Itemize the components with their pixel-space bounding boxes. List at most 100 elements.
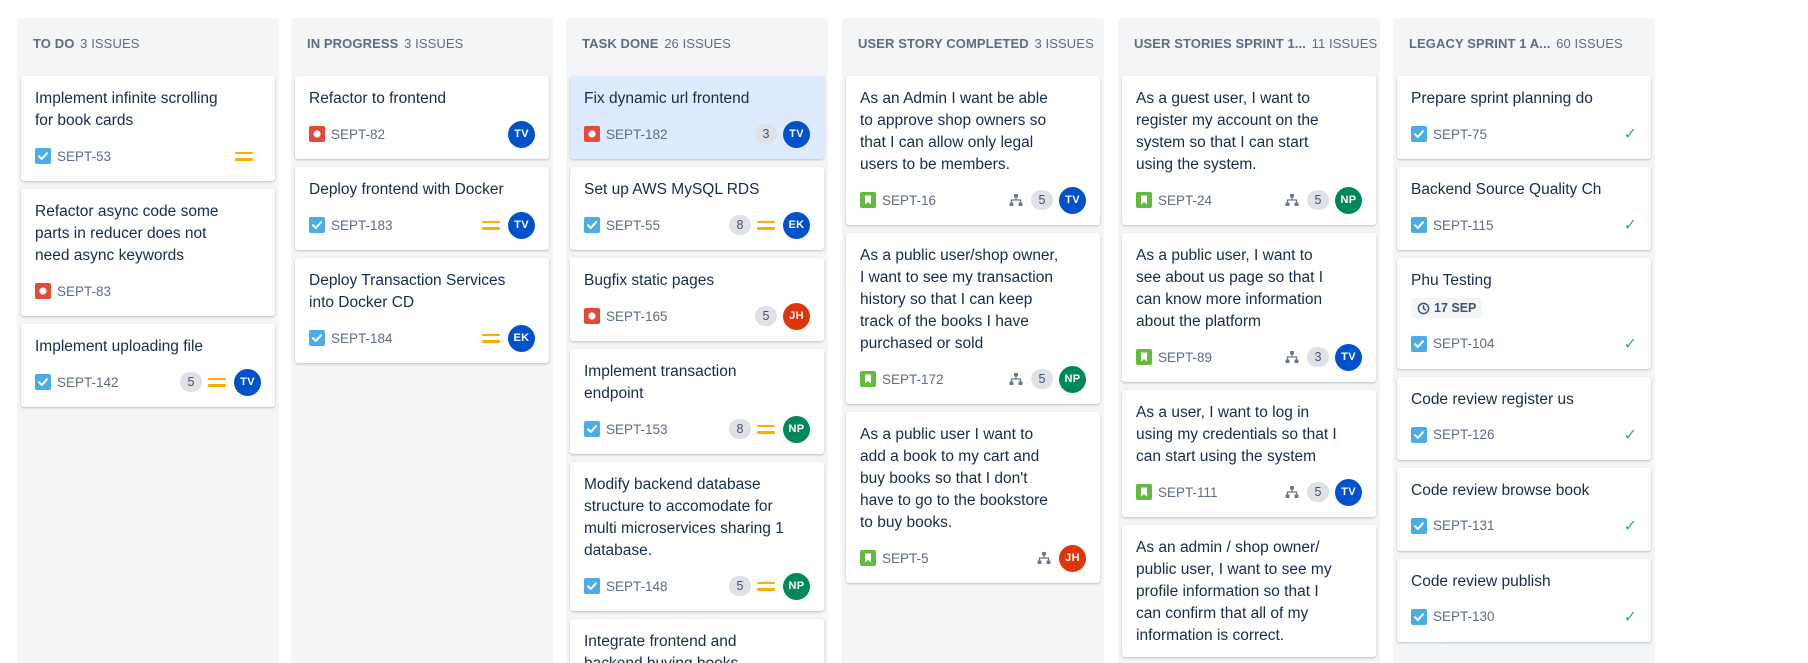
assignee-avatar[interactable]: TV <box>783 120 810 148</box>
issue-key[interactable]: SEPT-53 <box>57 149 111 164</box>
assignee-avatar[interactable]: NP <box>783 415 810 443</box>
assignee-avatar[interactable]: JH <box>1059 544 1086 572</box>
issue-card[interactable]: Phu Testing 17 SEP SEPT-104 ✓ <box>1397 258 1651 369</box>
card-list: As an Admin I want be able to approve sh… <box>842 76 1104 583</box>
checkmark-icon: ✓ <box>1623 217 1637 234</box>
story-points-badge: 3 <box>1307 347 1329 367</box>
issue-key[interactable]: SEPT-111 <box>1158 485 1218 500</box>
issue-key[interactable]: SEPT-130 <box>1433 609 1495 624</box>
issue-key[interactable]: SEPT-153 <box>606 422 668 437</box>
card-title: As an Admin I want be able to approve sh… <box>860 90 1048 173</box>
issue-key[interactable]: SEPT-131 <box>1433 518 1495 533</box>
issue-key[interactable]: SEPT-5 <box>882 551 929 566</box>
board-column: USER STORY COMPLETED 3 ISSUES As an Admin… <box>842 18 1104 663</box>
issue-card[interactable]: Code review publish SEPT-130 ✓ <box>1397 558 1651 642</box>
card-footer: SEPT-184 EK <box>309 323 535 353</box>
issue-card[interactable]: Bugfix static pages SEPT-165 5 JH <box>570 258 824 341</box>
assignee-avatar[interactable]: NP <box>1335 186 1362 214</box>
issue-key[interactable]: SEPT-142 <box>57 375 119 390</box>
card-title: Refactor to frontend <box>309 90 446 107</box>
issue-key[interactable]: SEPT-24 <box>1158 193 1212 208</box>
card-footer: SEPT-75 ✓ <box>1411 119 1637 149</box>
issue-card[interactable]: Implement transaction endpoint SEPT-153 8 N… <box>570 349 824 454</box>
issue-card[interactable]: Code review browse book SEPT-131 ✓ <box>1397 467 1651 551</box>
card-footer: SEPT-142 5 TV <box>35 367 261 397</box>
issue-card[interactable]: As an Admin I want be able to approve sh… <box>846 76 1100 225</box>
board-column: IN PROGRESS 3 ISSUES Refactor to frontend… <box>291 18 553 663</box>
checkbox-icon <box>584 578 600 594</box>
issue-card[interactable]: Modify backend database structure to acc… <box>570 462 824 611</box>
story-points-badge: 5 <box>1307 482 1329 502</box>
issue-card[interactable]: Refactor async code some parts in reduce… <box>21 189 275 316</box>
issue-card[interactable]: As a public user/shop owner, I want to s… <box>846 233 1100 404</box>
column-header: USER STORIES SPRINT 1... 11 ISSUES <box>1118 18 1380 76</box>
bug-icon <box>35 283 51 299</box>
issue-key[interactable]: SEPT-184 <box>331 331 393 346</box>
card-list: Implement infinite scrolling for book ca… <box>17 76 279 407</box>
card-title: Refactor async code some parts in reduce… <box>35 203 219 264</box>
issue-key[interactable]: SEPT-75 <box>1433 127 1487 142</box>
issue-card[interactable]: Deploy frontend with Docker SEPT-183 TV <box>295 167 549 250</box>
assignee-avatar[interactable]: TV <box>1335 478 1362 506</box>
issue-key[interactable]: SEPT-148 <box>606 579 668 594</box>
issue-card[interactable]: Set up AWS MySQL RDS SEPT-55 8 EK <box>570 167 824 250</box>
priority-medium-icon <box>757 421 775 437</box>
issue-key[interactable]: SEPT-182 <box>606 127 668 142</box>
issue-key[interactable]: SEPT-165 <box>606 309 668 324</box>
issue-key[interactable]: SEPT-89 <box>1158 350 1212 365</box>
board: TO DO 3 ISSUES Implement infinite scrolli… <box>0 0 1808 663</box>
card-title: Modify backend database structure to acc… <box>584 476 784 559</box>
issue-card[interactable]: As a public user I want to add a book to… <box>846 412 1100 583</box>
assignee-avatar[interactable]: JH <box>783 302 810 330</box>
checkbox-icon <box>1411 335 1427 352</box>
assignee-avatar[interactable]: TV <box>508 211 535 239</box>
assignee-avatar[interactable]: NP <box>1059 365 1086 393</box>
board-column: USER STORIES SPRINT 1... 11 ISSUES As a g… <box>1118 18 1380 663</box>
issue-key[interactable]: SEPT-16 <box>882 193 936 208</box>
assignee-avatar[interactable]: NP <box>783 572 810 600</box>
issue-card[interactable]: Implement uploading file SEPT-142 5 TV <box>21 324 275 407</box>
checkbox-icon <box>309 330 325 346</box>
priority-medium-icon <box>208 374 226 390</box>
card-title: Backend Source Quality Ch <box>1411 181 1602 198</box>
issue-key[interactable]: SEPT-126 <box>1433 427 1495 442</box>
card-title: Integrate frontend and backend buying bo… <box>584 633 738 663</box>
bug-icon <box>584 126 600 142</box>
card-title: Set up AWS MySQL RDS <box>584 181 760 198</box>
column-title: USER STORIES SPRINT 1... <box>1134 36 1306 51</box>
issue-card[interactable]: Backend Source Quality Ch SEPT-115 ✓ <box>1397 167 1651 250</box>
card-footer: SEPT-16 5 TV <box>860 185 1086 215</box>
issue-card[interactable]: Deploy Transaction Services into Docker … <box>295 258 549 363</box>
issue-card[interactable]: Integrate frontend and backend buying bo… <box>570 619 824 663</box>
card-list: As a guest user, I want to register my a… <box>1118 76 1380 657</box>
issue-card[interactable]: As a guest user, I want to register my a… <box>1122 76 1376 225</box>
assignee-avatar[interactable]: TV <box>1335 343 1362 371</box>
issue-card[interactable]: As an admin / shop owner/ public user, I… <box>1122 525 1376 657</box>
issue-key[interactable]: SEPT-115 <box>1433 218 1494 233</box>
assignee-avatar[interactable]: TV <box>234 368 261 396</box>
issue-key[interactable]: SEPT-104 <box>1433 336 1495 351</box>
bug-icon <box>309 126 325 142</box>
issue-card[interactable]: Code review register us SEPT-126 ✓ <box>1397 376 1651 460</box>
story-points-badge: 5 <box>1031 369 1053 389</box>
column-title: LEGACY SPRINT 1 A... <box>1409 36 1551 51</box>
issue-card[interactable]: Refactor to frontend SEPT-82 TV <box>295 76 549 159</box>
issue-card[interactable]: Fix dynamic url frontend SEPT-182 3 TV <box>570 76 824 159</box>
issue-key[interactable]: SEPT-83 <box>57 284 111 299</box>
priority-medium-icon <box>757 217 775 233</box>
issue-card[interactable]: As a user, I want to log in using my cre… <box>1122 390 1376 517</box>
card-title: Fix dynamic url frontend <box>584 90 750 107</box>
issue-key[interactable]: SEPT-172 <box>882 372 944 387</box>
assignee-avatar[interactable]: TV <box>508 120 535 148</box>
assignee-avatar[interactable]: TV <box>1059 186 1086 214</box>
issue-card[interactable]: Prepare sprint planning do SEPT-75 ✓ <box>1397 76 1651 159</box>
issue-card[interactable]: Implement infinite scrolling for book ca… <box>21 76 275 181</box>
issue-card[interactable]: As a public user, I want to see about us… <box>1122 233 1376 382</box>
assignee-avatar[interactable]: EK <box>783 211 810 239</box>
assignee-avatar[interactable]: EK <box>508 324 535 352</box>
card-title: Implement uploading file <box>35 338 204 355</box>
issue-key[interactable]: SEPT-183 <box>331 218 393 233</box>
issue-key[interactable]: SEPT-82 <box>331 127 385 142</box>
issue-key[interactable]: SEPT-55 <box>606 218 660 233</box>
checkmark-icon: ✓ <box>1623 426 1637 444</box>
